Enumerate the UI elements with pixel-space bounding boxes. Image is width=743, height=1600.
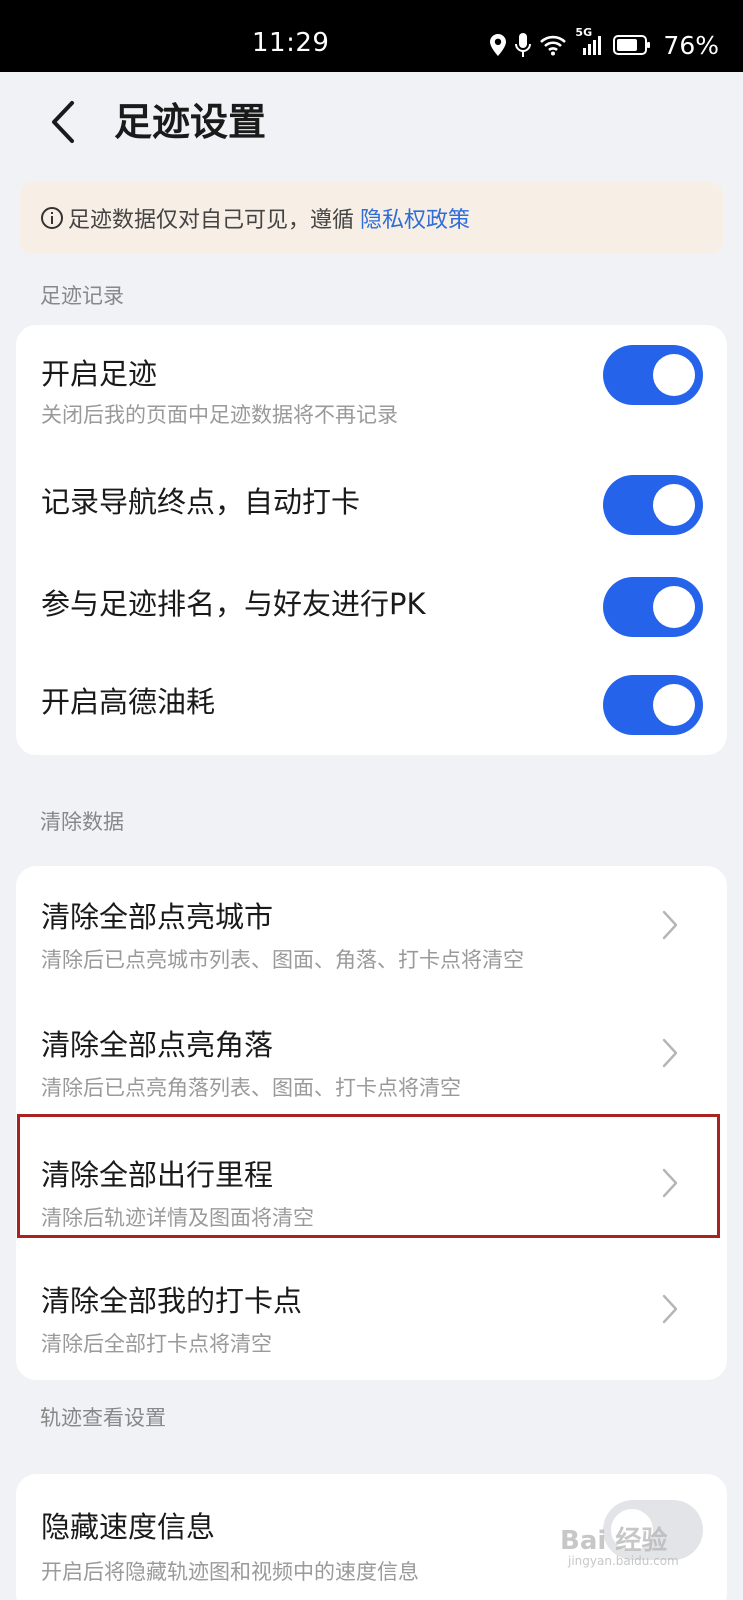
header: 足迹设置 bbox=[0, 72, 743, 172]
row-subtitle: 清除后已点亮角落列表、图面、打卡点将清空 bbox=[41, 1076, 461, 1100]
privacy-policy-link[interactable]: 隐私权政策 bbox=[360, 202, 470, 234]
setting-row-enable-footprint: 开启足迹 关闭后我的页面中足迹数据将不再记录 bbox=[16, 325, 727, 443]
back-chevron-icon bbox=[52, 101, 74, 143]
setting-row-fuel-consumption: 开启高德油耗 bbox=[16, 659, 727, 755]
clear-cities-row[interactable]: 清除全部点亮城市 清除后已点亮城市列表、图面、角落、打卡点将清空 bbox=[16, 866, 727, 994]
fuel-consumption-toggle[interactable] bbox=[603, 675, 703, 735]
toggle-knob bbox=[653, 484, 695, 526]
setting-title: 开启足迹 bbox=[41, 357, 158, 391]
status-icons: 5G 76% bbox=[489, 26, 719, 60]
clear-checkin-points-row[interactable]: 清除全部我的打卡点 清除后全部打卡点将清空 bbox=[16, 1252, 727, 1380]
section-label-track-view: 轨迹查看设置 bbox=[40, 1406, 166, 1430]
row-subtitle: 清除后已点亮城市列表、图面、角落、打卡点将清空 bbox=[41, 948, 524, 972]
setting-title: 开启高德油耗 bbox=[41, 685, 216, 719]
section-label-clear: 清除数据 bbox=[40, 810, 124, 834]
record-settings-card: 开启足迹 关闭后我的页面中足迹数据将不再记录 记录导航终点，自动打卡 参与足迹排… bbox=[16, 325, 727, 755]
battery-percentage: 76% bbox=[663, 30, 719, 60]
watermark-subtext: jingyan.baidu.com bbox=[568, 1554, 679, 1568]
row-subtitle: 清除后全部打卡点将清空 bbox=[41, 1332, 272, 1356]
toggle-knob bbox=[653, 684, 695, 726]
setting-subtitle: 开启后将隐藏轨迹图和视频中的速度信息 bbox=[41, 1560, 419, 1584]
chevron-right-icon bbox=[661, 1168, 679, 1198]
toggle-knob bbox=[653, 586, 695, 628]
status-bar: 11:29 5G 76% bbox=[0, 0, 743, 72]
chevron-right-icon bbox=[661, 1294, 679, 1324]
clear-mileage-row[interactable]: 清除全部出行里程 清除后轨迹详情及图面将清空 bbox=[16, 1122, 727, 1252]
row-subtitle: 清除后轨迹详情及图面将清空 bbox=[41, 1206, 314, 1230]
row-title: 清除全部我的打卡点 bbox=[41, 1284, 303, 1318]
setting-title: 记录导航终点，自动打卡 bbox=[41, 485, 361, 519]
setting-title: 隐藏速度信息 bbox=[41, 1510, 216, 1544]
toggle-knob bbox=[653, 354, 695, 396]
page-title: 足迹设置 bbox=[114, 100, 267, 144]
row-title: 清除全部点亮角落 bbox=[41, 1028, 274, 1062]
notice-text: 足迹数据仅对自己可见，遵循 bbox=[68, 208, 355, 233]
signal-icon: 5G bbox=[575, 26, 605, 56]
setting-subtitle: 关闭后我的页面中足迹数据将不再记录 bbox=[41, 403, 398, 427]
navigation-checkin-toggle[interactable] bbox=[603, 475, 703, 535]
info-icon bbox=[40, 206, 64, 230]
chevron-right-icon bbox=[661, 910, 679, 940]
clear-data-card: 清除全部点亮城市 清除后已点亮城市列表、图面、角落、打卡点将清空 清除全部点亮角… bbox=[16, 866, 727, 1380]
setting-row-navigation-checkin: 记录导航终点，自动打卡 bbox=[16, 443, 727, 563]
row-title: 清除全部出行里程 bbox=[41, 1158, 274, 1192]
privacy-notice: 足迹数据仅对自己可见，遵循 隐私权政策 bbox=[20, 182, 723, 254]
status-time: 11:29 bbox=[252, 28, 330, 58]
back-button[interactable] bbox=[38, 92, 88, 152]
enable-footprint-toggle[interactable] bbox=[603, 345, 703, 405]
network-type: 5G bbox=[575, 26, 593, 39]
battery-icon bbox=[613, 34, 651, 56]
ranking-pk-toggle[interactable] bbox=[603, 577, 703, 637]
chevron-right-icon bbox=[661, 1038, 679, 1068]
location-icon bbox=[489, 33, 507, 57]
row-title: 清除全部点亮城市 bbox=[41, 900, 274, 934]
baidu-watermark: Bai 经验 jingyan.baidu.com bbox=[560, 1508, 710, 1569]
clear-corners-row[interactable]: 清除全部点亮角落 清除后已点亮角落列表、图面、打卡点将清空 bbox=[16, 994, 727, 1122]
watermark-text: Bai 经验 bbox=[560, 1525, 668, 1556]
wifi-icon bbox=[539, 34, 567, 56]
setting-title: 参与足迹排名，与好友进行PK bbox=[41, 587, 426, 621]
section-label-record: 足迹记录 bbox=[40, 284, 124, 308]
setting-row-ranking-pk: 参与足迹排名，与好友进行PK bbox=[16, 563, 727, 659]
microphone-icon bbox=[515, 32, 532, 58]
